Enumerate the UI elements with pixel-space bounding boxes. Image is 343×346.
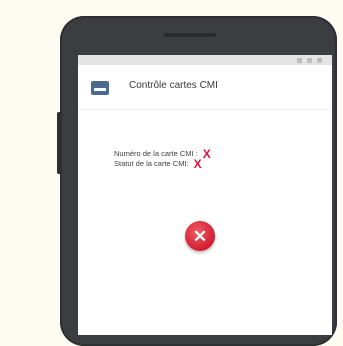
card-icon <box>91 81 109 95</box>
status-bar <box>78 55 332 65</box>
signal-icon <box>297 57 302 63</box>
card-status-label: Statut de la carte CMI: <box>114 159 189 168</box>
phone-speaker <box>164 33 216 37</box>
battery-icon <box>317 57 322 63</box>
error-x-icon: ✕ <box>192 226 208 246</box>
card-status-row: Statut de la carte CMI: X <box>114 157 211 171</box>
app-title: Contrôle cartes CMI <box>129 80 218 91</box>
card-info: Numéro de la carte CMI : X Statut de la … <box>114 147 211 171</box>
card-status-invalid-icon: X <box>193 157 202 171</box>
app-bar: Contrôle cartes CMI <box>78 65 332 110</box>
error-button[interactable]: ✕ <box>185 221 215 251</box>
phone-screen: Contrôle cartes CMI Numéro de la carte C… <box>78 55 332 335</box>
card-number-invalid-icon: X <box>202 147 211 161</box>
card-number-label: Numéro de la carte CMI : <box>114 149 198 158</box>
phone-side-button <box>57 112 62 174</box>
wifi-icon <box>307 57 312 63</box>
